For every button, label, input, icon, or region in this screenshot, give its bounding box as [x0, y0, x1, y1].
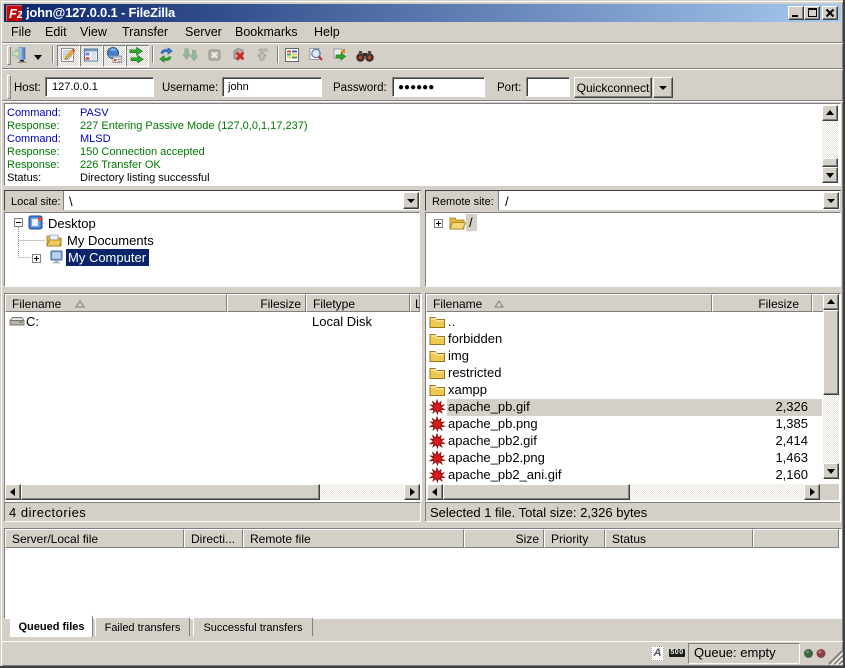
svg-text:Fz: Fz	[9, 6, 22, 21]
